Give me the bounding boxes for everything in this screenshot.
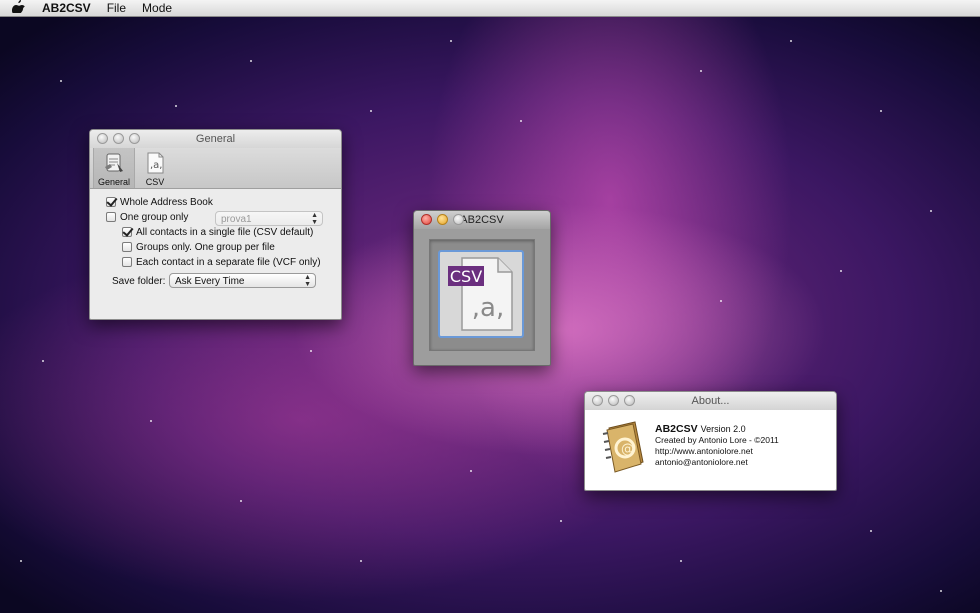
tab-general-label: General: [97, 177, 131, 187]
menu-app-name[interactable]: AB2CSV: [42, 0, 91, 16]
all-contacts-checkbox[interactable]: [122, 227, 132, 237]
about-created-by: Created by Antonio Lore - ©2011: [655, 435, 779, 445]
save-folder-value: Ask Every Time: [175, 276, 245, 287]
groups-only-option[interactable]: Groups only. One group per file: [122, 240, 275, 254]
apple-menu-icon[interactable]: [11, 0, 28, 17]
tab-csv-label: CSV: [145, 177, 165, 187]
window-title: AB2CSV: [460, 214, 504, 226]
menu-file[interactable]: File: [107, 0, 126, 16]
about-window: About... @ AB2CSV Version 2.0 Created by …: [584, 391, 837, 491]
window-controls: [421, 214, 464, 225]
about-version: Version 2.0: [700, 424, 746, 434]
about-text: AB2CSV Version 2.0 Created by Antonio Lor…: [655, 424, 779, 468]
about-email-link[interactable]: antonio@antoniolore.net: [655, 457, 779, 468]
preferences-toolbar: General ,a, CSV: [90, 148, 341, 189]
updown-arrows-icon: ▲ ▼: [304, 274, 311, 288]
about-app-name: AB2CSV: [655, 423, 698, 435]
window-title: About...: [691, 395, 730, 407]
general-pane: Whole Address Book One group only prova1…: [90, 189, 341, 319]
main-window-titlebar[interactable]: AB2CSV: [414, 211, 550, 229]
one-group-only-option[interactable]: One group only: [106, 210, 188, 224]
zoom-button[interactable]: [129, 133, 140, 144]
whole-address-book-checkbox[interactable]: [106, 197, 116, 207]
window-controls: [97, 133, 140, 144]
group-select-value: prova1: [221, 214, 252, 225]
about-content: @ AB2CSV Version 2.0 Created by Antonio L…: [585, 410, 836, 490]
all-contacts-label: All contacts in a single file (CSV defau…: [136, 226, 314, 238]
general-window-titlebar[interactable]: General: [90, 130, 341, 148]
each-contact-label: Each contact in a separate file (VCF onl…: [136, 256, 321, 268]
csv-doc-icon: ,a,: [147, 152, 164, 174]
close-button[interactable]: [421, 214, 432, 225]
zoom-button[interactable]: [624, 395, 635, 406]
updown-arrows-icon: ▲ ▼: [311, 212, 318, 226]
address-book-app-icon: @: [602, 421, 644, 473]
zoom-button[interactable]: [453, 214, 464, 225]
each-contact-option[interactable]: Each contact in a separate file (VCF onl…: [122, 255, 321, 269]
ab2csv-main-window: AB2CSV CSV ,a,: [413, 210, 551, 366]
drop-target[interactable]: CSV ,a,: [438, 250, 524, 338]
save-folder-label: Save folder:: [112, 275, 166, 287]
csv-badge: CSV: [450, 267, 482, 286]
minimize-button[interactable]: [608, 395, 619, 406]
whole-address-book-option[interactable]: Whole Address Book: [106, 195, 213, 209]
about-window-titlebar[interactable]: About...: [585, 392, 836, 410]
close-button[interactable]: [592, 395, 603, 406]
csv-document-icon: CSV ,a,: [448, 257, 513, 331]
groups-only-label: Groups only. One group per file: [136, 241, 275, 253]
groups-only-checkbox[interactable]: [122, 242, 132, 252]
minimize-button[interactable]: [437, 214, 448, 225]
tab-general[interactable]: General: [93, 148, 135, 188]
all-contacts-option[interactable]: All contacts in a single file (CSV defau…: [122, 225, 313, 239]
minimize-button[interactable]: [113, 133, 124, 144]
svg-text:@: @: [621, 442, 634, 457]
menu-bar: AB2CSV File Mode: [0, 0, 980, 17]
tab-csv[interactable]: ,a, CSV: [135, 148, 175, 188]
one-group-only-label: One group only: [120, 211, 189, 223]
group-select[interactable]: prova1 ▲ ▼: [215, 211, 323, 226]
general-icon: [105, 153, 123, 172]
one-group-only-checkbox[interactable]: [106, 212, 116, 222]
save-folder-label-row: Save folder:: [112, 274, 165, 288]
save-folder-select[interactable]: Ask Every Time ▲ ▼: [169, 273, 316, 288]
drop-well: CSV ,a,: [429, 239, 535, 351]
window-title: General: [195, 133, 236, 145]
svg-text:,a,: ,a,: [150, 160, 163, 171]
close-button[interactable]: [97, 133, 108, 144]
each-contact-checkbox[interactable]: [122, 257, 132, 267]
window-controls: [592, 395, 635, 406]
whole-address-book-label: Whole Address Book: [120, 196, 213, 208]
menu-mode[interactable]: Mode: [142, 0, 172, 16]
general-preferences-window: General General ,a, CSV Whole Address Bo…: [89, 129, 342, 320]
doc-glyph: ,a,: [472, 293, 504, 323]
about-website-link[interactable]: http://www.antoniolore.net: [655, 446, 779, 457]
